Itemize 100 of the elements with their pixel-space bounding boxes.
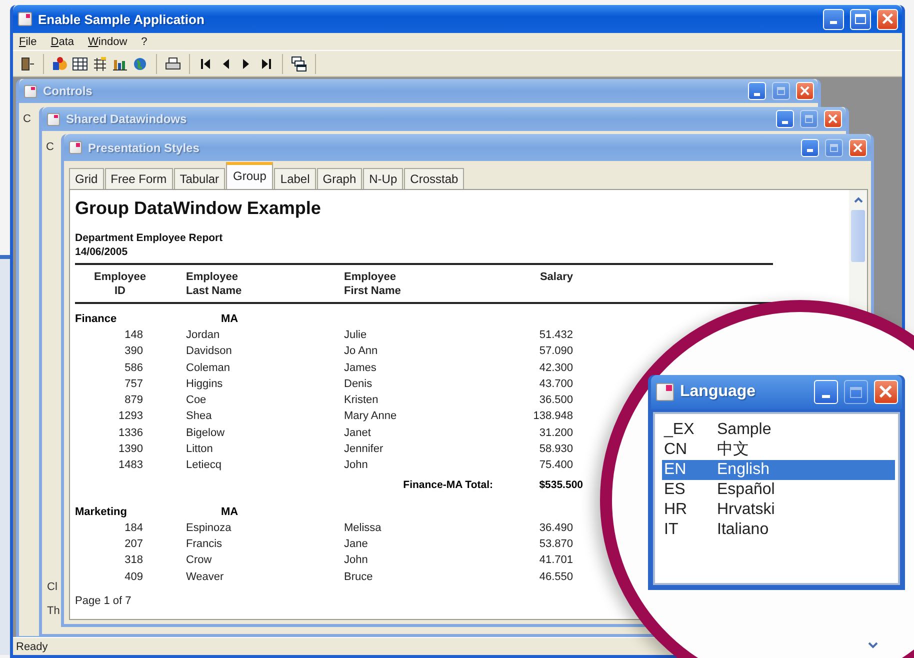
table-cell-text: Francis [185, 536, 224, 552]
report-subtitle: Department Employee Report [75, 231, 224, 245]
table-cell-text: 1336 [118, 426, 143, 441]
language-row[interactable]: CN 中文 [662, 440, 895, 460]
group-state: MA [221, 312, 238, 327]
table-cell-text: 43.700 [538, 376, 573, 392]
table-cell-text: Weaver [185, 570, 225, 585]
menu-item[interactable]: File [19, 36, 37, 48]
table-cell-text: Kristen [344, 393, 380, 408]
window-title: Shared Datawindows [66, 112, 188, 126]
table-cell-text: Jordan [185, 328, 221, 343]
minimize-button[interactable] [801, 138, 819, 156]
minimize-button[interactable] [814, 380, 838, 404]
table-icon[interactable] [72, 56, 88, 72]
grid-icon[interactable] [92, 56, 108, 72]
minimize-button[interactable] [748, 82, 766, 100]
table-cell-text: Jennifer [344, 442, 384, 458]
status-text: Ready [16, 640, 48, 652]
column-header: Employee First Name [344, 270, 401, 298]
exit-door-icon[interactable] [19, 56, 35, 72]
scroll-bar[interactable] [849, 190, 867, 310]
table-cell-text: Coleman [185, 360, 232, 376]
tab[interactable]: Grid [69, 168, 104, 189]
table-cell-text: 46.550 [538, 570, 573, 585]
close-button[interactable] [874, 380, 898, 404]
tab[interactable]: Tabular [174, 168, 226, 189]
app-icon [656, 383, 674, 401]
table-cell-text: Janet [344, 426, 372, 441]
report-title: Group DataWindow Example [75, 198, 322, 219]
table-cell-text: Shea [185, 409, 213, 424]
column-header: Salary [540, 270, 573, 285]
language-row[interactable]: _EX Sample [662, 420, 895, 440]
language-row[interactable]: HR Hrvatski [662, 500, 895, 520]
table-cell-text: 36.490 [538, 520, 573, 536]
tab-fragment: C [46, 141, 54, 153]
minimize-button[interactable] [823, 8, 844, 30]
maximize-button[interactable] [844, 380, 868, 404]
tab[interactable]: Group [226, 162, 274, 189]
maximize-button[interactable] [850, 8, 871, 30]
close-button[interactable] [877, 8, 898, 30]
close-button[interactable] [796, 82, 814, 100]
menu-item[interactable]: Data [50, 36, 74, 48]
table-cell-text: 207 [124, 536, 143, 552]
table-cell-text: Jo Ann [344, 344, 379, 360]
close-button[interactable] [824, 110, 842, 128]
table-cell-text: Crow [185, 553, 213, 568]
tab[interactable]: Crosstab [404, 168, 464, 189]
shapes-icon[interactable] [52, 56, 68, 72]
close-icon [882, 13, 894, 25]
table-cell-text: 75.400 [538, 458, 573, 474]
table-cell-text: 53.870 [538, 536, 573, 552]
menu-item[interactable]: Window [88, 36, 128, 48]
globe-icon[interactable] [132, 56, 148, 72]
column-header: Employee Last Name [186, 270, 242, 298]
table-cell-text: James [344, 360, 378, 376]
table-cell-text: Letiecq [185, 458, 222, 474]
minimize-button[interactable] [776, 110, 794, 128]
close-icon [879, 385, 893, 399]
close-icon [828, 114, 838, 124]
table-cell-text: 879 [124, 393, 143, 408]
scroll-thumb[interactable] [851, 210, 865, 262]
language-row[interactable]: IT Italiano [662, 520, 895, 540]
table-cell-text: John [344, 553, 369, 568]
text-fragment: Th [47, 605, 60, 617]
page-number: Page 1 of 7 [75, 594, 132, 607]
text-fragment: Cl [47, 581, 58, 593]
close-button[interactable] [849, 138, 867, 156]
table-cell-text: 148 [124, 328, 143, 343]
table-cell-text: 409 [124, 570, 143, 585]
close-icon [800, 86, 810, 96]
table-cell-text: Melissa [344, 520, 382, 536]
table-cell-text: 390 [124, 344, 143, 360]
table-cell-text: 1390 [118, 442, 143, 458]
table-cell-text: 138.948 [532, 409, 573, 424]
table-cell-text: 1293 [118, 409, 143, 424]
app-icon [24, 84, 37, 98]
language-row[interactable]: EN English [662, 460, 895, 480]
menu-item[interactable]: ? [141, 36, 148, 48]
column-header: Employee ID [94, 270, 146, 298]
printer-icon[interactable] [165, 56, 181, 72]
tab[interactable]: Graph [316, 168, 362, 189]
total-label: Finance-MA Total: [402, 478, 493, 493]
window-title: Presentation Styles [88, 140, 200, 154]
table-cell-text: Espinoza [185, 520, 232, 536]
table-cell-text: Litton [185, 442, 214, 458]
language-row[interactable]: ES Español [662, 480, 895, 500]
cascade-windows-icon[interactable] [291, 56, 307, 72]
report-date: 14/06/2005 [75, 245, 129, 259]
table-cell-text: Julie [344, 328, 368, 343]
app-icon [69, 141, 82, 154]
tab[interactable]: Label [274, 168, 316, 189]
table-cell-text: 42.300 [538, 360, 573, 376]
tab[interactable]: N-Up [363, 168, 404, 189]
table-cell-text: 57.090 [538, 344, 573, 360]
table-cell-text: 757 [124, 376, 143, 392]
table-cell-text: 58.930 [538, 442, 573, 458]
tab[interactable]: Free Form [104, 168, 173, 189]
table-cell-text: 36.500 [538, 393, 573, 408]
table-cell-text: John [344, 458, 369, 474]
table-cell-text: Bruce [344, 570, 374, 585]
